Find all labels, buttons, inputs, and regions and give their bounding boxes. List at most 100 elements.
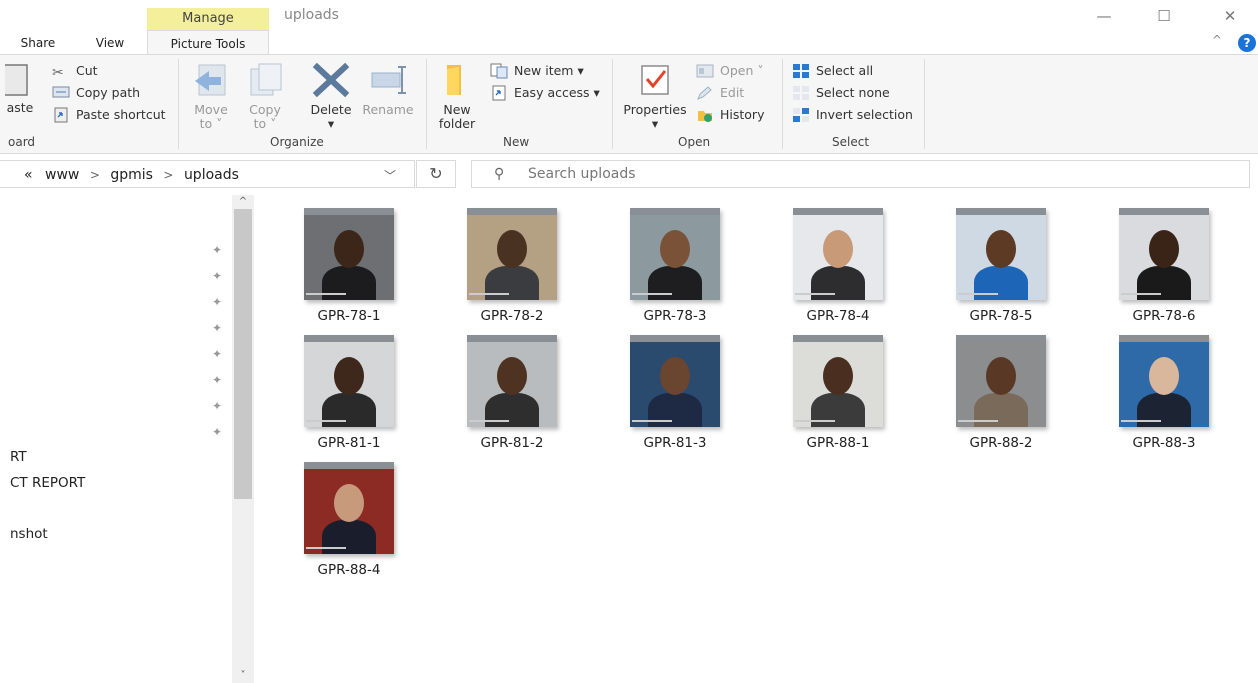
file-item[interactable]: GPR-78-1 <box>262 205 402 327</box>
pin-icon[interactable]: ✦ <box>212 243 222 257</box>
title-bar: Manage uploads — ☐ ✕ <box>0 0 1258 30</box>
image-thumbnail <box>304 335 394 427</box>
select-none-button[interactable]: Select none <box>792 83 890 103</box>
minimize-button[interactable]: — <box>1086 4 1122 28</box>
tab-view[interactable]: View <box>86 30 134 54</box>
delete-caret: ▾ <box>327 116 335 131</box>
collapse-ribbon-button[interactable]: ^ <box>1212 33 1222 47</box>
help-icon[interactable]: ? <box>1238 34 1256 52</box>
file-item[interactable]: GPR-88-2 <box>914 332 1054 454</box>
paste-shortcut-button[interactable]: Paste shortcut <box>52 105 166 125</box>
breadcrumb-www[interactable]: www <box>45 167 79 183</box>
new-item-button[interactable]: New item ▾ <box>490 61 584 81</box>
pin-icon[interactable]: ✦ <box>212 373 222 387</box>
new-folder-label: New <box>443 102 471 117</box>
clipboard-group-label: oard <box>8 135 36 149</box>
file-name: GPR-88-2 <box>969 435 1033 451</box>
delete-label: Delete <box>310 102 352 117</box>
search-input[interactable] <box>528 162 1228 186</box>
copy-to-button[interactable]: Copy to ˅ <box>242 61 288 131</box>
pin-icon[interactable]: ✦ <box>212 347 222 361</box>
new-item-label: New item ▾ <box>514 63 584 78</box>
open-icon <box>696 63 714 79</box>
image-thumbnail <box>304 462 394 554</box>
maximize-button[interactable]: ☐ <box>1146 4 1182 28</box>
file-item[interactable]: GPR-78-3 <box>588 205 728 327</box>
easy-access-icon <box>490 85 508 101</box>
scroll-up-button[interactable]: ^ <box>232 195 254 209</box>
close-button[interactable]: ✕ <box>1212 4 1248 28</box>
copy-path-label: Copy path <box>76 85 141 100</box>
file-name: GPR-78-1 <box>317 308 381 324</box>
pin-icon[interactable]: ✦ <box>212 269 222 283</box>
breadcrumb-gpmis[interactable]: gpmis <box>110 167 153 183</box>
breadcrumb: « www > gpmis > uploads <box>24 167 239 183</box>
breadcrumb-overflow[interactable]: « <box>24 167 33 183</box>
paste-shortcut-label: Paste shortcut <box>76 107 166 122</box>
breadcrumb-uploads[interactable]: uploads <box>184 167 239 183</box>
address-bar[interactable]: « www > gpmis > uploads ﹀ <box>0 160 415 188</box>
tab-picture-tools[interactable]: Picture Tools <box>147 30 269 54</box>
file-item[interactable]: GPR-78-6 <box>1077 205 1217 327</box>
invert-selection-button[interactable]: Invert selection <box>792 105 913 125</box>
search-box[interactable]: ⚲ <box>471 160 1250 188</box>
file-item[interactable]: GPR-88-3 <box>1077 332 1217 454</box>
paste-label: aste <box>6 100 34 115</box>
nav-item-rt[interactable]: RT <box>10 449 27 465</box>
copy-path-icon <box>52 85 70 101</box>
scroll-thumb[interactable] <box>234 209 252 499</box>
invert-selection-icon <box>792 107 810 123</box>
pin-icon[interactable]: ✦ <box>212 399 222 413</box>
nav-scrollbar[interactable]: ^ ˅ <box>232 195 254 683</box>
ribbon-divider <box>924 59 925 149</box>
pin-icon[interactable]: ✦ <box>212 295 222 309</box>
tab-manage[interactable]: Manage <box>147 8 269 30</box>
folder-icon <box>447 65 461 95</box>
properties-button[interactable]: Properties ▾ <box>620 61 690 131</box>
history-button[interactable]: History <box>696 105 764 125</box>
file-item[interactable]: GPR-88-4 <box>262 459 402 581</box>
file-name: GPR-88-4 <box>317 562 381 578</box>
select-none-icon <box>792 85 810 101</box>
copy-path-button[interactable]: Copy path <box>52 83 140 103</box>
image-thumbnail <box>793 335 883 427</box>
rename-icon <box>371 66 406 94</box>
move-to-icon <box>195 64 226 96</box>
edit-button[interactable]: Edit <box>696 83 744 103</box>
rename-label: Rename <box>362 102 414 117</box>
file-item[interactable]: GPR-81-1 <box>262 332 402 454</box>
history-icon <box>696 107 714 123</box>
image-thumbnail <box>956 208 1046 300</box>
refresh-icon[interactable]: ↻ <box>416 160 456 188</box>
select-all-button[interactable]: Select all <box>792 61 873 81</box>
move-to-button[interactable]: Move to ˅ <box>188 61 234 131</box>
file-item[interactable]: GPR-78-2 <box>425 205 565 327</box>
open-button[interactable]: Open ˅ <box>696 61 764 81</box>
properties-label: Properties <box>623 102 687 117</box>
delete-button[interactable]: Delete ▾ <box>306 61 356 131</box>
tab-share[interactable]: Share <box>14 30 62 54</box>
file-item[interactable]: GPR-81-2 <box>425 332 565 454</box>
new-folder-button[interactable]: New folder <box>434 61 480 131</box>
chevron-down-icon[interactable]: ﹀ <box>384 167 396 184</box>
file-item[interactable]: GPR-88-1 <box>751 332 891 454</box>
pin-icon[interactable]: ✦ <box>212 321 222 335</box>
file-item[interactable]: GPR-78-4 <box>751 205 891 327</box>
cut-button[interactable]: ✂ Cut <box>52 61 98 81</box>
file-item[interactable]: GPR-78-5 <box>914 205 1054 327</box>
file-item[interactable]: GPR-81-3 <box>588 332 728 454</box>
scroll-down-button[interactable]: ˅ <box>232 669 254 683</box>
nav-item-screenshot[interactable]: nshot <box>10 526 48 542</box>
image-thumbnail <box>1119 335 1209 427</box>
pin-icon[interactable]: ✦ <box>212 425 222 439</box>
new-item-icon <box>490 63 508 79</box>
easy-access-button[interactable]: Easy access ▾ <box>490 83 600 103</box>
file-name: GPR-78-4 <box>806 308 870 324</box>
nav-item-ct-report[interactable]: CT REPORT <box>10 475 85 491</box>
rename-button[interactable]: Rename <box>360 61 416 117</box>
paste-button[interactable]: aste <box>0 61 40 115</box>
file-name: GPR-88-3 <box>1132 435 1196 451</box>
image-thumbnail <box>793 208 883 300</box>
image-thumbnail <box>467 208 557 300</box>
select-none-label: Select none <box>816 85 890 100</box>
